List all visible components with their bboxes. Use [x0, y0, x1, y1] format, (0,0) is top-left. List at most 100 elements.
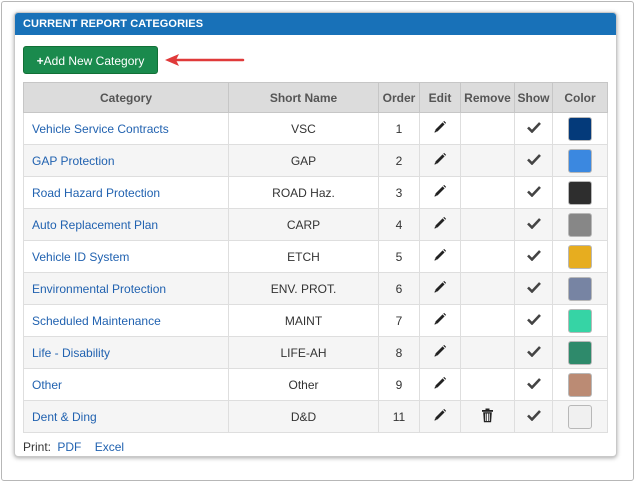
- color-cell: [552, 240, 608, 273]
- checkmark-icon[interactable]: [526, 377, 541, 392]
- color-swatch[interactable]: [568, 212, 592, 237]
- header-short-name[interactable]: Short Name: [228, 82, 379, 113]
- print-label: Print:: [23, 440, 52, 454]
- short-name-cell: MAINT: [228, 304, 379, 337]
- category-cell: Road Hazard Protection: [23, 176, 229, 209]
- pencil-icon[interactable]: [433, 408, 447, 425]
- pencil-icon[interactable]: [433, 184, 447, 201]
- remove-cell: [460, 208, 515, 241]
- order-cell: 7: [378, 304, 420, 337]
- show-cell: [514, 272, 553, 305]
- show-cell: [514, 336, 553, 369]
- color-swatch[interactable]: [568, 148, 592, 173]
- category-link[interactable]: Vehicle Service Contracts: [32, 122, 169, 136]
- show-cell: [514, 176, 553, 209]
- category-link[interactable]: Scheduled Maintenance: [32, 314, 161, 328]
- remove-cell: [460, 400, 515, 433]
- category-link[interactable]: Environmental Protection: [32, 282, 166, 296]
- remove-cell: [460, 272, 515, 305]
- checkmark-icon[interactable]: [526, 313, 541, 328]
- header-show: Show: [514, 82, 553, 113]
- checkmark-icon[interactable]: [526, 281, 541, 296]
- show-cell: [514, 304, 553, 337]
- remove-cell: [460, 176, 515, 209]
- color-swatch[interactable]: [568, 372, 592, 397]
- checkmark-icon[interactable]: [526, 345, 541, 360]
- pencil-icon[interactable]: [433, 312, 447, 329]
- color-swatch[interactable]: [568, 116, 592, 141]
- trash-icon[interactable]: [481, 408, 494, 426]
- table-row: Scheduled Maintenance MAINT 7: [23, 304, 608, 337]
- category-link[interactable]: GAP Protection: [32, 154, 115, 168]
- category-link[interactable]: Auto Replacement Plan: [32, 218, 158, 232]
- header-edit: Edit: [419, 82, 461, 113]
- category-link[interactable]: Other: [32, 378, 62, 392]
- short-name-cell: GAP: [228, 144, 379, 177]
- edit-cell: [419, 304, 461, 337]
- category-link[interactable]: Road Hazard Protection: [32, 186, 160, 200]
- table-row: Vehicle ID System ETCH 5: [23, 240, 608, 273]
- order-cell: 1: [378, 112, 420, 145]
- pencil-icon[interactable]: [433, 376, 447, 393]
- show-cell: [514, 208, 553, 241]
- table-row: Other Other 9: [23, 368, 608, 401]
- short-name-cell: CARP: [228, 208, 379, 241]
- header-color: Color: [552, 82, 608, 113]
- remove-cell: [460, 240, 515, 273]
- edit-cell: [419, 208, 461, 241]
- color-cell: [552, 368, 608, 401]
- color-cell: [552, 304, 608, 337]
- category-link[interactable]: Life - Disability: [32, 346, 110, 360]
- color-swatch[interactable]: [568, 308, 592, 333]
- short-name-cell: ETCH: [228, 240, 379, 273]
- order-cell: 2: [378, 144, 420, 177]
- category-cell: Other: [23, 368, 229, 401]
- table-row: GAP Protection GAP 2: [23, 144, 608, 177]
- pencil-icon[interactable]: [433, 216, 447, 233]
- category-cell: Dent & Ding: [23, 400, 229, 433]
- color-swatch[interactable]: [568, 404, 592, 429]
- categories-table: Category Short Name Order Edit Remove Sh…: [23, 82, 608, 433]
- header-order[interactable]: Order: [378, 82, 420, 113]
- print-links: Print: PDF Excel: [23, 440, 124, 454]
- pencil-icon[interactable]: [433, 280, 447, 297]
- table-row: Auto Replacement Plan CARP 4: [23, 208, 608, 241]
- short-name-cell: ENV. PROT.: [228, 272, 379, 305]
- pencil-icon[interactable]: [433, 344, 447, 361]
- checkmark-icon[interactable]: [526, 153, 541, 168]
- checkmark-icon[interactable]: [526, 185, 541, 200]
- color-swatch[interactable]: [568, 244, 592, 269]
- checkmark-icon[interactable]: [526, 409, 541, 424]
- red-arrow-annotation: [165, 54, 245, 66]
- edit-cell: [419, 336, 461, 369]
- checkmark-icon[interactable]: [526, 121, 541, 136]
- short-name-cell: ROAD Haz.: [228, 176, 379, 209]
- category-cell: Environmental Protection: [23, 272, 229, 305]
- category-link[interactable]: Dent & Ding: [32, 410, 97, 424]
- show-cell: [514, 144, 553, 177]
- table-row: Life - Disability LIFE-AH 8: [23, 336, 608, 369]
- pencil-icon[interactable]: [433, 120, 447, 137]
- color-swatch[interactable]: [568, 276, 592, 301]
- table-row: Dent & Ding D&D 11: [23, 400, 608, 433]
- checkmark-icon[interactable]: [526, 217, 541, 232]
- edit-cell: [419, 240, 461, 273]
- print-excel-link[interactable]: Excel: [95, 440, 124, 454]
- category-link[interactable]: Vehicle ID System: [32, 250, 129, 264]
- color-swatch[interactable]: [568, 180, 592, 205]
- header-category[interactable]: Category: [23, 82, 229, 113]
- table-header-row: Category Short Name Order Edit Remove Sh…: [23, 82, 608, 113]
- remove-cell: [460, 368, 515, 401]
- remove-cell: [460, 144, 515, 177]
- category-cell: Vehicle Service Contracts: [23, 112, 229, 145]
- color-cell: [552, 272, 608, 305]
- add-new-category-button[interactable]: +Add New Category: [23, 46, 158, 74]
- checkmark-icon[interactable]: [526, 249, 541, 264]
- print-pdf-link[interactable]: PDF: [57, 440, 81, 454]
- category-cell: Scheduled Maintenance: [23, 304, 229, 337]
- panel-title: CURRENT REPORT CATEGORIES: [15, 13, 616, 35]
- pencil-icon[interactable]: [433, 152, 447, 169]
- pencil-icon[interactable]: [433, 248, 447, 265]
- order-cell: 6: [378, 272, 420, 305]
- color-swatch[interactable]: [568, 340, 592, 365]
